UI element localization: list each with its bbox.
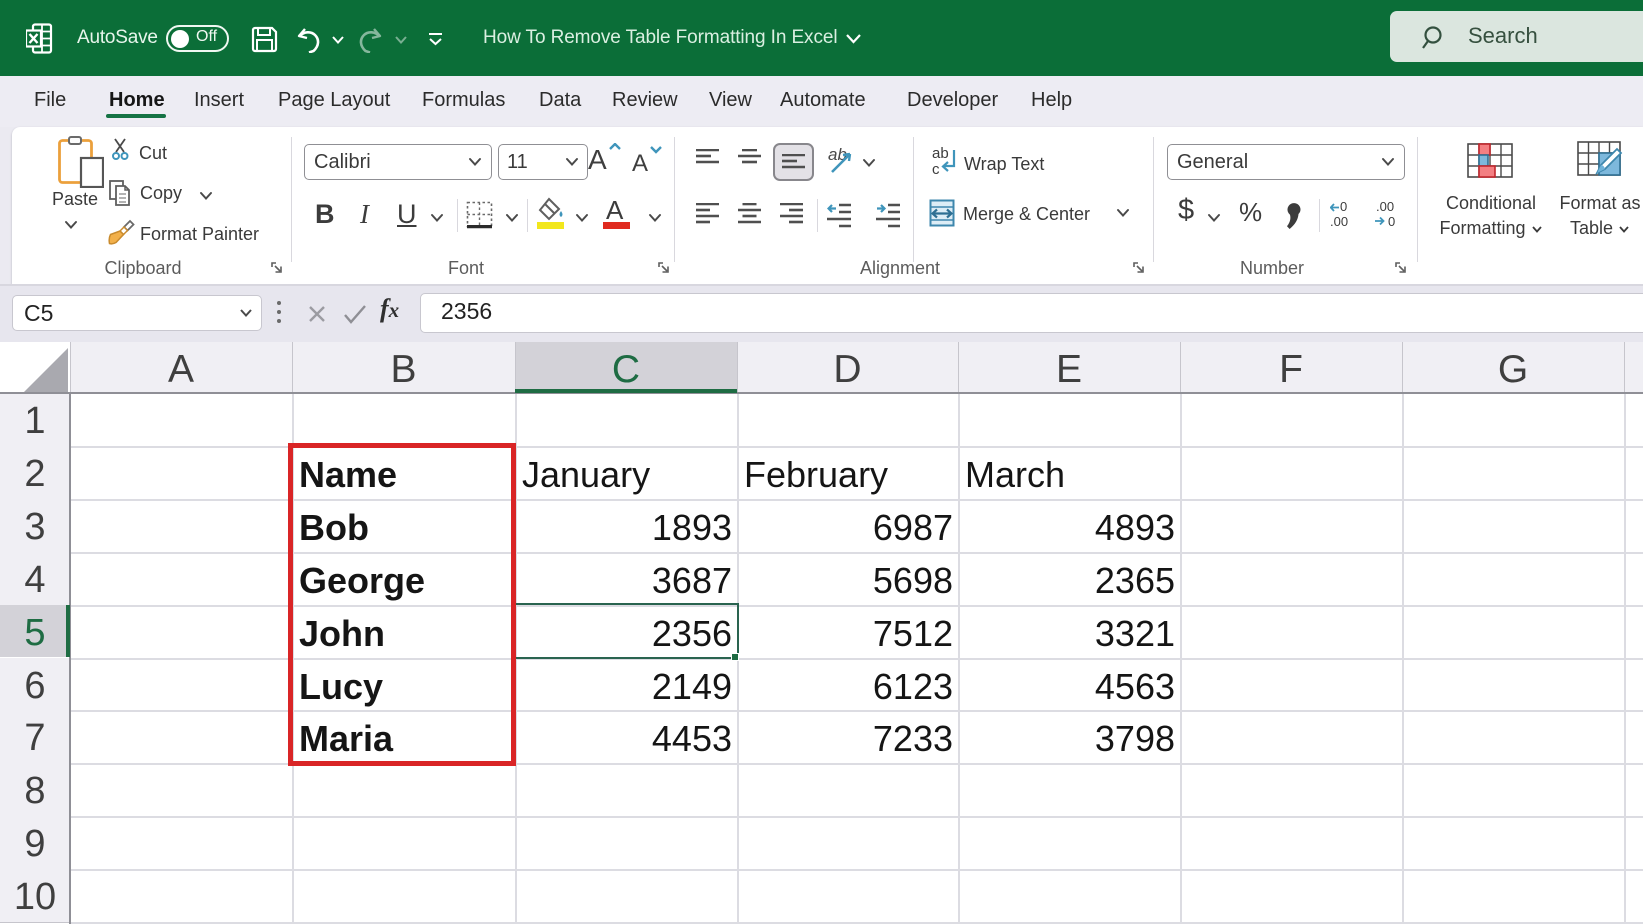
svg-text:.00: .00: [1376, 201, 1394, 214]
svg-text:.00: .00: [1330, 214, 1348, 228]
svg-text:0: 0: [1388, 214, 1395, 228]
svg-text:A: A: [632, 150, 648, 175]
svg-text:c: c: [932, 161, 940, 176]
svg-text:0: 0: [1340, 201, 1347, 214]
svg-text:A: A: [606, 198, 624, 225]
svg-text:ab: ab: [932, 146, 949, 162]
svg-text:A: A: [588, 144, 607, 173]
